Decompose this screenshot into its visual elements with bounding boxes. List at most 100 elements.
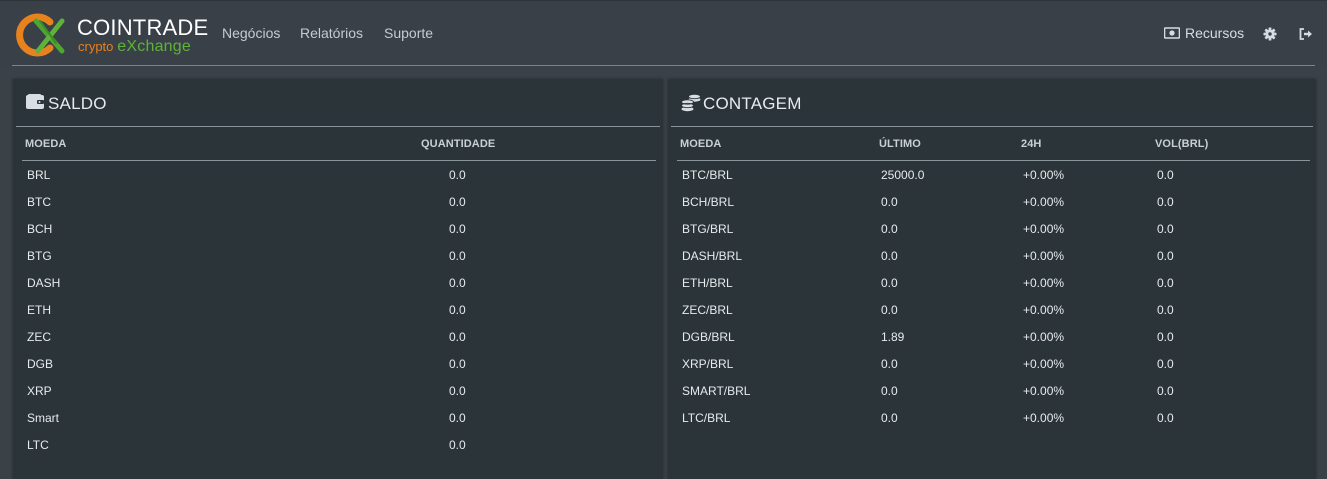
pair-cell: DGB/BRL <box>682 330 735 344</box>
change-24h-cell: +0.00% <box>1023 222 1065 236</box>
change-24h-cell: +0.00% <box>1023 357 1065 371</box>
table-row[interactable]: XRP 0.0 <box>13 377 663 404</box>
quantity-cell: 0.0 <box>449 357 466 371</box>
coin-cell: XRP <box>27 384 52 398</box>
table-row[interactable]: BRL 0.0 <box>13 161 663 188</box>
table-row[interactable]: SMART/BRL 0.0 +0.00% 0.0 <box>668 377 1316 404</box>
volume-cell: 0.0 <box>1157 195 1174 209</box>
change-24h-cell: +0.00% <box>1023 168 1065 182</box>
coin-cell: ZEC <box>27 330 51 344</box>
table-row[interactable]: DGB/BRL 1.89 +0.00% 0.0 <box>668 323 1316 350</box>
volume-cell: 0.0 <box>1157 249 1174 263</box>
quantity-cell: 0.0 <box>449 411 466 425</box>
table-row[interactable]: BCH/BRL 0.0 +0.00% 0.0 <box>668 188 1316 215</box>
last-price-cell: 0.0 <box>881 195 898 209</box>
contagem-panel: CONTAGEM MOEDA ÚLTIMO 24H VOL(BRL) BTC/B… <box>668 79 1316 479</box>
coins-icon <box>681 94 701 112</box>
logout-button[interactable] <box>1299 28 1313 40</box>
table-row[interactable]: BTC 0.0 <box>13 188 663 215</box>
table-row[interactable]: BTG/BRL 0.0 +0.00% 0.0 <box>668 215 1316 242</box>
wallet-icon <box>26 94 44 109</box>
sign-out-icon <box>1299 28 1312 40</box>
quantity-cell: 0.0 <box>449 330 466 344</box>
last-price-cell: 0.0 <box>881 276 898 290</box>
quantity-cell: 0.0 <box>449 195 466 209</box>
table-row[interactable]: XRP/BRL 0.0 +0.00% 0.0 <box>668 350 1316 377</box>
quantity-cell: 0.0 <box>449 276 466 290</box>
change-24h-cell: +0.00% <box>1023 195 1065 209</box>
coin-cell: Smart <box>27 411 60 425</box>
nav-link-suporte[interactable]: Suporte <box>384 25 433 41</box>
saldo-title: SALDO <box>48 94 107 113</box>
settings-button[interactable] <box>1263 27 1277 41</box>
pair-cell: BTC/BRL <box>682 168 733 182</box>
pair-cell: SMART/BRL <box>682 384 751 398</box>
last-price-cell: 0.0 <box>881 303 898 317</box>
quantity-cell: 0.0 <box>449 222 466 236</box>
nav-link-relatorios[interactable]: Relatórios <box>300 25 363 41</box>
last-price-cell: 0.0 <box>881 384 898 398</box>
quantity-cell: 0.0 <box>449 168 466 182</box>
contagem-col-moeda: MOEDA <box>680 138 722 150</box>
nav-link-negocios[interactable]: Negócios <box>222 25 280 41</box>
last-price-cell: 1.89 <box>881 330 905 344</box>
volume-cell: 0.0 <box>1157 303 1174 317</box>
last-price-cell: 0.0 <box>881 411 898 425</box>
logo-mark-icon <box>16 13 65 57</box>
table-row[interactable]: LTC/BRL 0.0 +0.00% 0.0 <box>668 404 1316 431</box>
quantity-cell: 0.0 <box>449 384 466 398</box>
table-row[interactable]: DASH/BRL 0.0 +0.00% 0.0 <box>668 242 1316 269</box>
saldo-panel: SALDO MOEDA QUANTIDADE BRL 0.0 BTC 0.0 BCH 0.… <box>13 79 663 479</box>
change-24h-cell: +0.00% <box>1023 411 1065 425</box>
quantity-cell: 0.0 <box>449 303 466 317</box>
table-row[interactable]: BTG 0.0 <box>13 242 663 269</box>
contagem-panel-header: CONTAGEM <box>671 79 1313 127</box>
coin-cell: BCH <box>27 222 53 236</box>
table-row[interactable]: Smart 0.0 <box>13 404 663 431</box>
coin-cell: LTC <box>27 438 49 452</box>
contagem-title: CONTAGEM <box>703 94 802 113</box>
table-row[interactable]: BTC/BRL 25000.0 +0.00% 0.0 <box>668 161 1316 188</box>
contagem-col-vol: VOL(BRL) <box>1155 138 1209 150</box>
volume-cell: 0.0 <box>1157 357 1174 371</box>
last-price-cell: 0.0 <box>881 222 898 236</box>
cointrade-logo[interactable]: COINTRADE crypto eXchange <box>10 13 208 57</box>
coin-cell: BRL <box>27 168 51 182</box>
pair-cell: XRP/BRL <box>682 357 734 371</box>
tagline-exchange: eXchange <box>117 38 191 55</box>
table-row[interactable]: ETH 0.0 <box>13 296 663 323</box>
table-row[interactable]: ZEC/BRL 0.0 +0.00% 0.0 <box>668 296 1316 323</box>
table-row[interactable]: DASH 0.0 <box>13 269 663 296</box>
brand-tagline: crypto eXchange <box>78 38 191 56</box>
contagem-table-body: BTC/BRL 25000.0 +0.00% 0.0 BCH/BRL 0.0 +0.00% 0… <box>668 161 1316 431</box>
coin-cell: DASH <box>27 276 61 290</box>
tagline-crypto: crypto <box>78 39 114 54</box>
table-row[interactable]: ETH/BRL 0.0 +0.00% 0.0 <box>668 269 1316 296</box>
navbar-divider <box>12 65 1315 66</box>
pair-cell: BTG/BRL <box>682 222 734 236</box>
table-row[interactable]: DGB 0.0 <box>13 350 663 377</box>
pair-cell: ZEC/BRL <box>682 303 733 317</box>
change-24h-cell: +0.00% <box>1023 276 1065 290</box>
volume-cell: 0.0 <box>1157 276 1174 290</box>
volume-cell: 0.0 <box>1157 222 1174 236</box>
contagem-col-ultimo: ÚLTIMO <box>879 138 921 150</box>
saldo-col-quantidade: QUANTIDADE <box>421 138 496 150</box>
saldo-table-body: BRL 0.0 BTC 0.0 BCH 0.0 BTG 0.0 DASH 0.0 ETH 0.0 ZEC… <box>13 161 663 458</box>
pair-cell: LTC/BRL <box>682 411 731 425</box>
recursos-label: Recursos <box>1185 25 1245 41</box>
change-24h-cell: +0.00% <box>1023 384 1065 398</box>
table-row[interactable]: BCH 0.0 <box>13 215 663 242</box>
change-24h-cell: +0.00% <box>1023 330 1065 344</box>
coin-cell: BTC <box>27 195 51 209</box>
change-24h-cell: +0.00% <box>1023 303 1065 317</box>
volume-cell: 0.0 <box>1157 384 1174 398</box>
contagem-col-24h: 24H <box>1021 138 1042 150</box>
volume-cell: 0.0 <box>1157 330 1174 344</box>
table-row[interactable]: LTC 0.0 <box>13 431 663 458</box>
pair-cell: DASH/BRL <box>682 249 743 263</box>
table-row[interactable]: ZEC 0.0 <box>13 323 663 350</box>
recursos-link[interactable]: Recursos <box>1164 25 1244 41</box>
coin-cell: DGB <box>27 357 54 371</box>
last-price-cell: 0.0 <box>881 357 898 371</box>
